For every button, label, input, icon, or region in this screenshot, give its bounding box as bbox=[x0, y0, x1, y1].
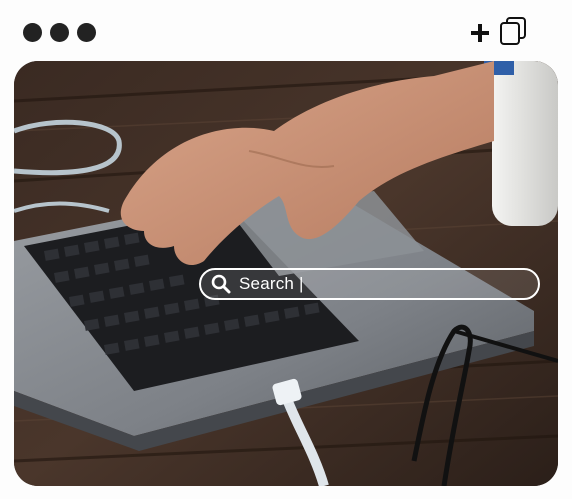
search-icon bbox=[211, 274, 231, 294]
window-control-dot[interactable] bbox=[77, 23, 96, 42]
search-input[interactable]: Search | bbox=[199, 268, 540, 300]
window-controls bbox=[23, 23, 96, 42]
plus-icon bbox=[471, 24, 489, 42]
copy-icon bbox=[500, 17, 526, 45]
new-tab-button[interactable] bbox=[467, 20, 493, 46]
window-control-dot[interactable] bbox=[23, 23, 42, 42]
window-control-dot[interactable] bbox=[50, 23, 69, 42]
search-placeholder: Search | bbox=[239, 274, 304, 293]
duplicate-button[interactable] bbox=[498, 16, 530, 46]
browser-window: Search | bbox=[0, 0, 572, 499]
